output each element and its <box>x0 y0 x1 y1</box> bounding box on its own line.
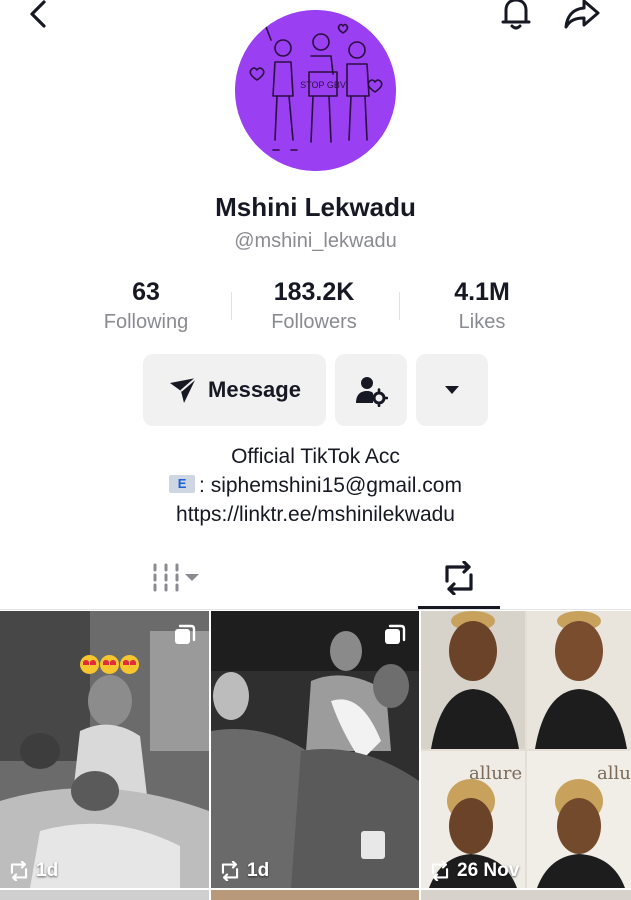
tab-reposts[interactable] <box>418 548 500 609</box>
repost-icon <box>431 861 449 881</box>
stat-likes[interactable]: 4.1M Likes <box>392 278 572 334</box>
chevron-left-icon <box>30 0 46 28</box>
stat-following[interactable]: 63 Following <box>56 278 236 334</box>
thumbnail-overlay-text: allu <box>597 763 631 784</box>
multi-clip-icon <box>175 624 196 644</box>
video-thumbnail[interactable]: 1d <box>0 611 209 888</box>
heart-eyes-emojis <box>80 655 140 679</box>
heart-eyes-emoji-icon <box>120 655 139 674</box>
video-thumbnail[interactable] <box>211 890 419 900</box>
avatar-illustration: STOP GBV <box>235 10 396 171</box>
stat-value: 183.2K <box>273 278 355 306</box>
thumbnail-image <box>211 611 419 888</box>
video-time: 1d <box>247 860 270 881</box>
share-arrow-icon <box>564 0 600 29</box>
repost-meta: 1d <box>219 860 269 882</box>
stat-value: 63 <box>132 278 160 306</box>
video-thumbnail[interactable]: allure allu 26 Nov <box>421 611 631 888</box>
thumbnail-image <box>0 611 209 888</box>
stat-value: 4.1M <box>454 278 510 306</box>
stat-followers[interactable]: 183.2K Followers <box>224 278 404 334</box>
heart-eyes-emoji-icon <box>100 655 119 674</box>
thumbnail-image: allure allu <box>421 611 631 888</box>
message-button[interactable]: Message <box>143 354 326 426</box>
profile-handle: @mshini_lekwadu <box>234 230 397 252</box>
video-thumbnail[interactable] <box>0 890 209 900</box>
repost-meta: 1d <box>8 860 58 882</box>
profile-name: Mshini Lekwadu <box>215 192 416 222</box>
back-button[interactable] <box>20 0 56 34</box>
profile-bio: Official TikTok Acc E: siphemshini15@gma… <box>0 442 631 529</box>
grid-menu-icon <box>153 563 199 592</box>
share-button[interactable] <box>558 0 606 34</box>
repost-meta: 26 Nov <box>429 860 519 882</box>
message-button-label: Message <box>208 377 301 402</box>
notification-bell-button[interactable] <box>494 0 538 34</box>
bio-link[interactable]: https://linktr.ee/mshinilekwadu <box>0 500 631 529</box>
heart-eyes-emoji-icon <box>80 655 99 674</box>
repost-icon <box>221 861 239 881</box>
email-emoji-icon: E <box>169 475 196 494</box>
stat-label: Followers <box>271 311 357 333</box>
user-gear-icon <box>356 377 388 407</box>
bio-email-text: : siphemshini15@gmail.com <box>199 474 462 497</box>
thumbnail-overlay-text: allure <box>469 763 522 784</box>
video-grid: 1d 1d allure allu 26 Nov <box>0 611 631 900</box>
video-time: 26 Nov <box>457 860 520 881</box>
repost-icon <box>10 861 28 881</box>
profile-stats: 63 Following 183.2K Followers 4.1M Likes <box>40 278 591 338</box>
bell-icon <box>501 0 531 30</box>
friend-settings-button[interactable] <box>335 354 407 426</box>
caret-down-icon <box>445 386 459 394</box>
avatar-sign-text: STOP GBV <box>300 80 346 90</box>
video-time: 1d <box>36 860 59 881</box>
send-icon <box>170 377 197 403</box>
more-options-button[interactable] <box>416 354 488 426</box>
stat-label: Likes <box>458 311 506 333</box>
bio-line: Official TikTok Acc <box>231 445 400 468</box>
video-thumbnail[interactable]: 1d <box>211 611 419 888</box>
video-thumbnail[interactable] <box>421 890 631 900</box>
profile-avatar[interactable]: STOP GBV <box>235 10 396 171</box>
active-tab-indicator <box>418 606 500 609</box>
bio-email-line: E: siphemshini15@gmail.com <box>0 471 631 500</box>
multi-clip-icon <box>385 624 406 644</box>
stat-label: Following <box>103 311 189 333</box>
tab-videos[interactable] <box>140 548 210 608</box>
repost-icon <box>445 561 473 595</box>
content-tabs <box>0 548 631 610</box>
